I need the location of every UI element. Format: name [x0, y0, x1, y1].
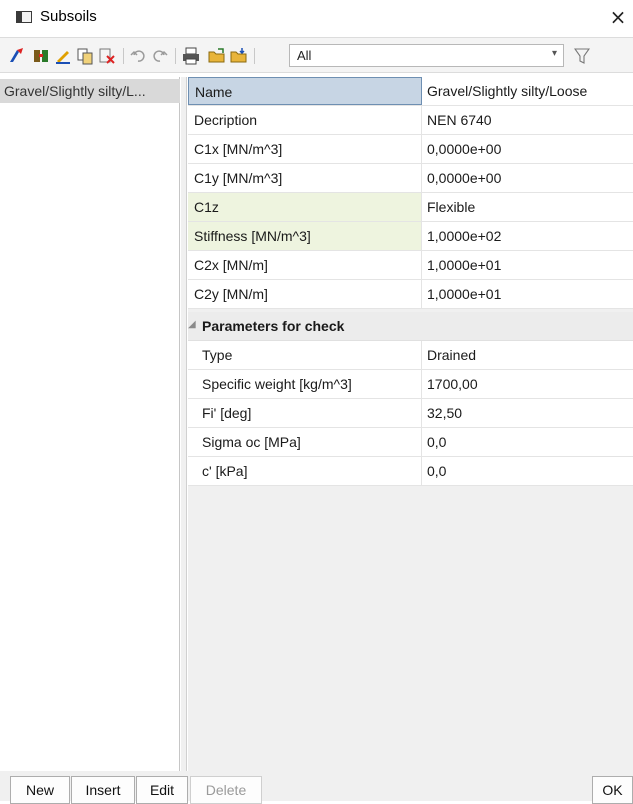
toolbar-separator [123, 48, 124, 64]
property-value[interactable]: 1,0000e+01 [422, 280, 633, 308]
property-value[interactable]: 1,0000e+01 [422, 251, 633, 279]
property-value[interactable]: 0,0 [422, 428, 633, 456]
undo-icon[interactable] [130, 47, 148, 65]
toolbar-separator [254, 48, 255, 64]
new-subsoil-icon[interactable] [8, 47, 26, 65]
property-label: Fi' [deg] [188, 399, 422, 427]
ok-button[interactable]: OK [592, 776, 633, 804]
property-value[interactable]: 1,0000e+02 [422, 222, 633, 250]
window-title: Subsoils [40, 8, 97, 25]
property-label: Decription [188, 106, 422, 134]
property-row-specific-weight[interactable]: Specific weight [kg/m^3] 1700,00 [188, 370, 633, 399]
property-label: Type [188, 341, 422, 369]
property-row-stiffness[interactable]: Stiffness [MN/m^3] 1,0000e+02 [188, 222, 633, 251]
property-value[interactable]: Drained [422, 341, 633, 369]
list-item[interactable]: Gravel/Slightly silty/L... [0, 79, 180, 103]
property-label: C2x [MN/m] [188, 251, 422, 279]
property-row-c2x[interactable]: C2x [MN/m] 1,0000e+01 [188, 251, 633, 280]
filter-funnel-icon[interactable] [574, 47, 590, 65]
property-row-c-prime[interactable]: c' [kPa] 0,0 [188, 457, 633, 486]
property-value[interactable]: 0,0000e+00 [422, 164, 633, 192]
insert-button[interactable]: Insert [71, 776, 135, 804]
property-value[interactable]: Flexible [422, 193, 633, 221]
new-button[interactable]: New [10, 776, 70, 804]
property-row-description[interactable]: Decription NEN 6740 [188, 106, 633, 135]
filter-select-value: All [297, 48, 312, 63]
property-row-c1x[interactable]: C1x [MN/m^3] 0,0000e+00 [188, 135, 633, 164]
property-row-name[interactable]: Name Gravel/Slightly silty/Loose [188, 77, 633, 106]
splitter[interactable] [181, 77, 187, 771]
property-value[interactable]: 0,0000e+00 [422, 135, 633, 163]
property-row-c1y[interactable]: C1y [MN/m^3] 0,0000e+00 [188, 164, 633, 193]
delete-button[interactable]: Delete [190, 776, 262, 804]
filter-select[interactable]: All ▾ [289, 44, 564, 67]
property-label: Specific weight [kg/m^3] [188, 370, 422, 398]
property-value[interactable]: 1700,00 [422, 370, 633, 398]
edit-button[interactable]: Edit [136, 776, 188, 804]
collapse-triangle-icon[interactable]: ◢ [188, 319, 196, 330]
subsoil-list[interactable]: Gravel/Slightly silty/L... [0, 77, 180, 771]
window-icon [16, 11, 32, 23]
property-value[interactable]: NEN 6740 [422, 106, 633, 134]
delete-icon[interactable] [98, 47, 116, 65]
property-row-sigma-oc[interactable]: Sigma oc [MPa] 0,0 [188, 428, 633, 457]
property-row-type[interactable]: Type Drained [188, 341, 633, 370]
import-icon[interactable] [32, 47, 50, 65]
property-label: c' [kPa] [188, 457, 422, 485]
property-label: Name [188, 77, 422, 105]
property-label: C2y [MN/m] [188, 280, 422, 308]
property-label: C1x [MN/m^3] [188, 135, 422, 163]
close-button[interactable]: × [607, 6, 629, 28]
print-icon[interactable] [182, 47, 200, 65]
property-grid: Name Gravel/Slightly silty/Loose Decript… [188, 77, 633, 771]
redo-icon[interactable] [150, 47, 168, 65]
property-label: Sigma oc [MPa] [188, 428, 422, 456]
property-value[interactable]: 0,0 [422, 457, 633, 485]
toolbar-separator [175, 48, 176, 64]
property-row-c1z[interactable]: C1z Flexible [188, 193, 633, 222]
open-folder-icon[interactable] [208, 47, 226, 65]
title-bar: Subsoils × [0, 0, 633, 34]
property-value[interactable]: 32,50 [422, 399, 633, 427]
group-parameters-for-check[interactable]: ◢ Parameters for check [188, 312, 633, 341]
group-title: Parameters for check [202, 318, 345, 334]
property-label: C1y [MN/m^3] [188, 164, 422, 192]
save-folder-icon[interactable] [230, 47, 248, 65]
button-bar: New Insert Edit Delete OK [0, 771, 633, 804]
edit-icon[interactable] [54, 47, 72, 65]
property-value[interactable]: Gravel/Slightly silty/Loose [422, 77, 633, 105]
property-label: Stiffness [MN/m^3] [188, 222, 422, 250]
property-row-c2y[interactable]: C2y [MN/m] 1,0000e+01 [188, 280, 633, 309]
copy-icon[interactable] [76, 47, 94, 65]
toolbar: All ▾ [0, 37, 633, 73]
property-row-fi[interactable]: Fi' [deg] 32,50 [188, 399, 633, 428]
property-label: C1z [188, 193, 422, 221]
chevron-down-icon: ▾ [551, 48, 557, 59]
